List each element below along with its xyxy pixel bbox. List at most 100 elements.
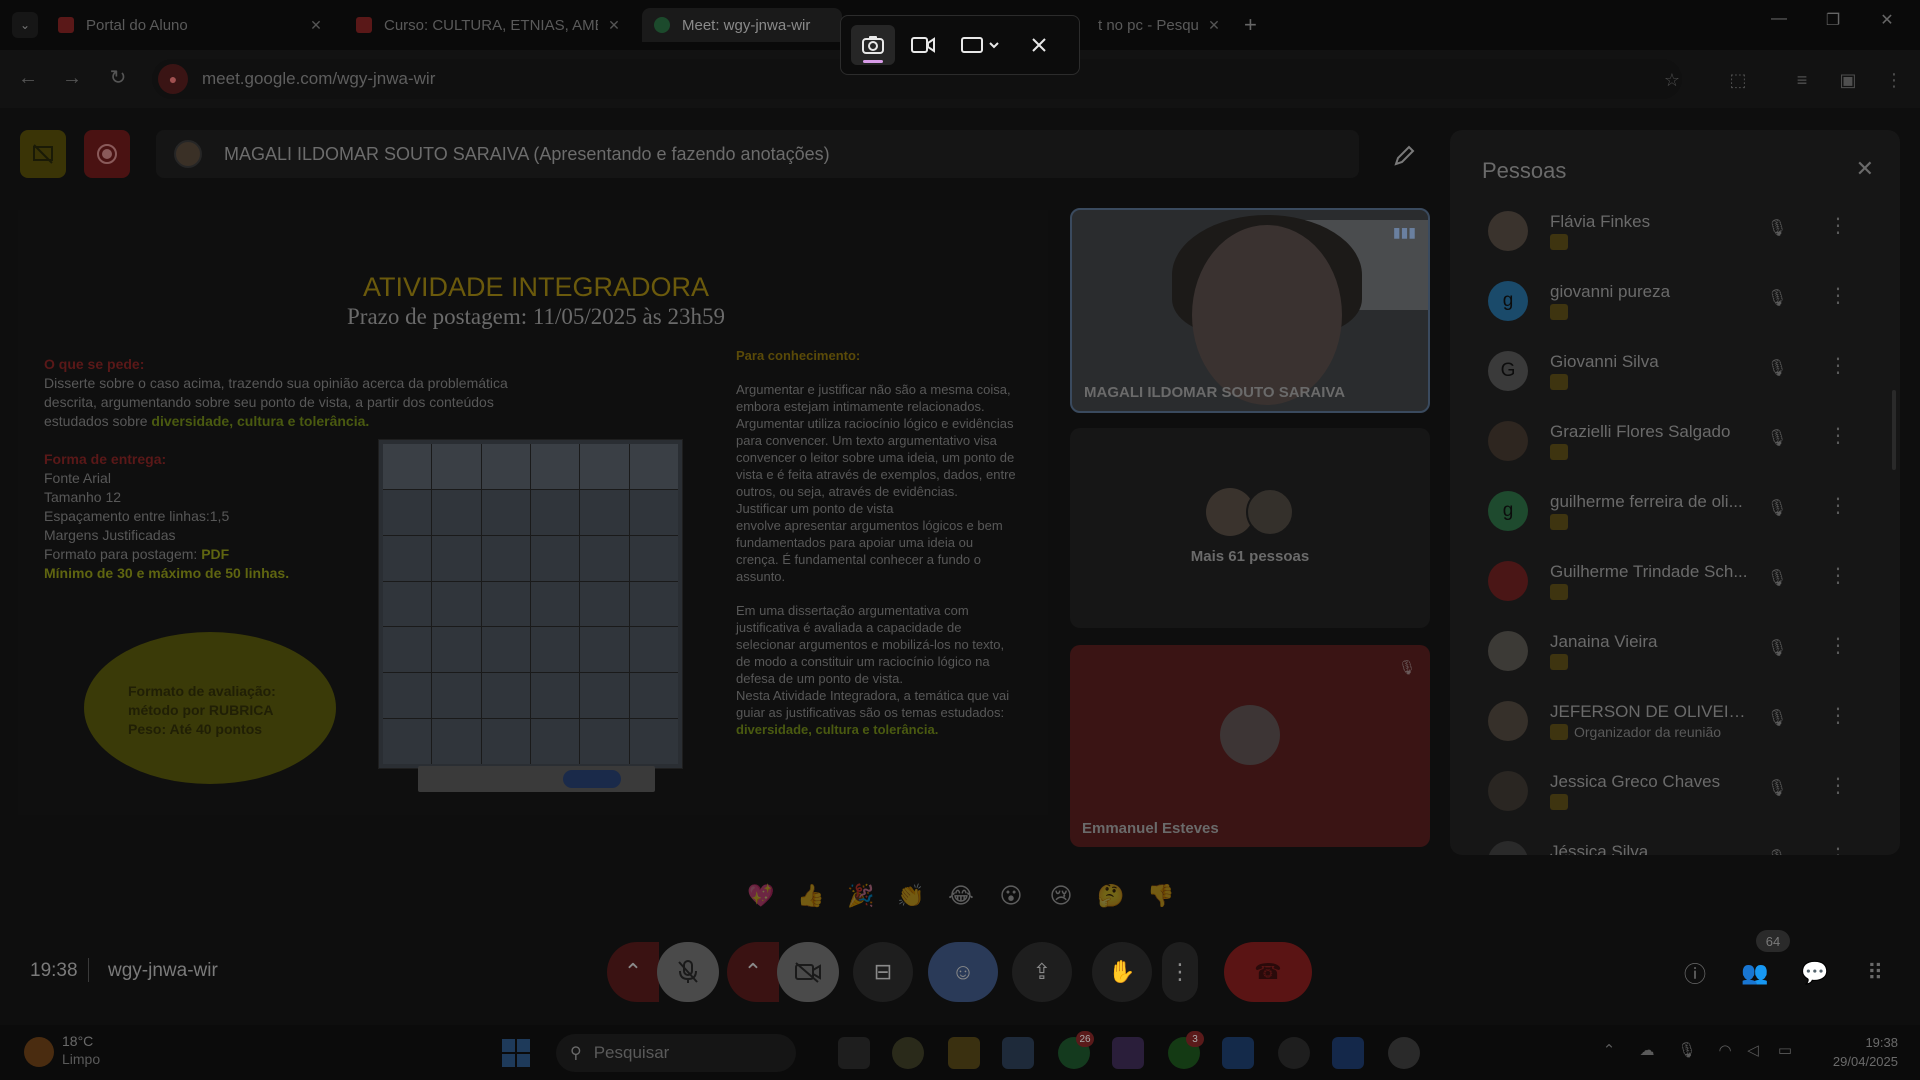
- mic-off-icon[interactable]: 🎙: [1762, 848, 1792, 855]
- mic-off-icon[interactable]: 🎙: [1762, 568, 1792, 588]
- chat-button[interactable]: 💬: [1798, 956, 1832, 990]
- microsoft-store-icon[interactable]: [1002, 1037, 1034, 1069]
- wifi-icon[interactable]: ◠: [1714, 1041, 1736, 1063]
- file-explorer-icon[interactable]: [948, 1037, 980, 1069]
- site-info-icon[interactable]: ●: [158, 64, 188, 94]
- activities-button[interactable]: ⠿: [1858, 956, 1892, 990]
- present-button[interactable]: ⇪: [1012, 942, 1072, 1002]
- reaction-emoji-button[interactable]: 💖: [740, 876, 782, 916]
- participant-more-icon[interactable]: ⋮: [1828, 636, 1848, 656]
- mic-off-icon[interactable]: 🎙: [1762, 708, 1792, 728]
- participant-row[interactable]: Jéssica Silva 🎙 ⋮: [1450, 832, 1890, 855]
- profile-icon[interactable]: ▣: [1836, 68, 1860, 92]
- reload-button[interactable]: ↻: [104, 64, 132, 92]
- mic-off-icon[interactable]: 🎙: [1762, 288, 1792, 308]
- media-control-icon[interactable]: ≡: [1790, 68, 1814, 92]
- bookmark-star-icon[interactable]: ☆: [1660, 68, 1684, 92]
- tab-pesquisa[interactable]: t no pc - Pesqui ✕: [1084, 8, 1234, 42]
- rubric-popup-button[interactable]: [563, 770, 621, 788]
- reactions-button[interactable]: ☺: [928, 942, 998, 1002]
- screenshot-mode-button[interactable]: [851, 25, 895, 65]
- onedrive-icon[interactable]: ☁: [1636, 1041, 1658, 1063]
- tab-curso[interactable]: Curso: CULTURA, ETNIAS, AMB ✕: [344, 8, 634, 42]
- task-view-icon[interactable]: [838, 1037, 870, 1069]
- snipping-tool-icon[interactable]: [1388, 1037, 1420, 1069]
- leave-call-button[interactable]: ☎: [1224, 942, 1312, 1002]
- participant-row[interactable]: g guilherme ferreira de oli... 🎙 ⋮: [1450, 482, 1890, 552]
- mic-off-icon[interactable]: 🎙: [1762, 358, 1792, 378]
- people-button[interactable]: 👥: [1738, 956, 1772, 990]
- tray-overflow-icon[interactable]: ⌃: [1598, 1041, 1620, 1063]
- participant-more-icon[interactable]: ⋮: [1828, 356, 1848, 376]
- reaction-emoji-button[interactable]: 😂: [940, 876, 982, 916]
- system-clock[interactable]: 19:38 29/04/2025: [1833, 1033, 1898, 1071]
- audio-options-button[interactable]: ⌃: [607, 942, 659, 1002]
- vscode-icon[interactable]: [1222, 1037, 1254, 1069]
- raise-hand-button[interactable]: ✋: [1092, 942, 1152, 1002]
- participant-row[interactable]: G Giovanni Silva 🎙 ⋮: [1450, 342, 1890, 412]
- close-icon[interactable]: ✕: [606, 17, 622, 34]
- more-options-button[interactable]: ⋮: [1162, 942, 1198, 1002]
- volume-icon[interactable]: ◁: [1742, 1041, 1764, 1063]
- tab-portal-do-aluno[interactable]: Portal do Aluno ✕: [46, 8, 336, 42]
- participant-row[interactable]: g giovanni pureza 🎙 ⋮: [1450, 272, 1890, 342]
- participant-more-icon[interactable]: ⋮: [1828, 216, 1848, 236]
- obs-icon[interactable]: [1278, 1037, 1310, 1069]
- reaction-emoji-button[interactable]: 🤔: [1090, 876, 1132, 916]
- participant-more-icon[interactable]: ⋮: [1828, 426, 1848, 446]
- mic-toggle-button[interactable]: [657, 942, 719, 1002]
- capture-close-button[interactable]: [1017, 25, 1061, 65]
- close-icon[interactable]: ✕: [1856, 156, 1874, 182]
- reaction-emoji-button[interactable]: 👎: [1140, 876, 1182, 916]
- annotate-button[interactable]: [1382, 136, 1426, 176]
- video-options-button[interactable]: ⌃: [727, 942, 779, 1002]
- participant-tile[interactable]: 🎙 Emmanuel Esteves: [1070, 645, 1430, 847]
- participant-row[interactable]: JEFERSON DE OLIVEIRA... Organizador da re…: [1450, 692, 1890, 762]
- minimize-button[interactable]: —: [1756, 10, 1802, 28]
- participant-more-icon[interactable]: ⋮: [1828, 566, 1848, 586]
- participant-more-icon[interactable]: ⋮: [1828, 286, 1848, 306]
- mic-off-icon[interactable]: 🎙: [1762, 778, 1792, 798]
- captions-button[interactable]: ⊟: [853, 942, 913, 1002]
- copilot-icon[interactable]: [1112, 1037, 1144, 1069]
- new-tab-button[interactable]: +: [1244, 12, 1257, 38]
- reaction-emoji-button[interactable]: 👏: [890, 876, 932, 916]
- tab-search-button[interactable]: ⌄: [12, 12, 38, 38]
- participant-row[interactable]: Jessica Greco Chaves 🎙 ⋮: [1450, 762, 1890, 832]
- participant-row[interactable]: Flávia Finkes 🎙 ⋮: [1450, 202, 1890, 272]
- participant-more-icon[interactable]: ⋮: [1828, 496, 1848, 516]
- forward-button[interactable]: →: [58, 64, 86, 92]
- reaction-emoji-button[interactable]: 😢: [1040, 876, 1082, 916]
- taskbar-search[interactable]: ⚲ Pesquisar: [556, 1034, 796, 1072]
- weather-moon-icon[interactable]: [24, 1037, 54, 1067]
- microphone-icon[interactable]: 🎙: [1676, 1041, 1698, 1063]
- battery-icon[interactable]: ▭: [1774, 1041, 1796, 1063]
- start-button[interactable]: [502, 1039, 530, 1067]
- participant-row[interactable]: Grazielli Flores Salgado 🎙 ⋮: [1450, 412, 1890, 482]
- mic-off-icon[interactable]: 🎙: [1762, 638, 1792, 658]
- more-participants-tile[interactable]: Mais 61 pessoas: [1070, 428, 1430, 628]
- menu-kebab-icon[interactable]: ⋮: [1882, 68, 1906, 92]
- reaction-emoji-button[interactable]: 🎉: [840, 876, 882, 916]
- recording-button[interactable]: [84, 130, 130, 178]
- participant-more-icon[interactable]: ⋮: [1828, 706, 1848, 726]
- participant-row[interactable]: Janaina Vieira 🎙 ⋮: [1450, 622, 1890, 692]
- participant-more-icon[interactable]: ⋮: [1828, 846, 1848, 855]
- region-select-dropdown[interactable]: [951, 25, 1011, 65]
- speaker-tile[interactable]: ▮▮▮ MAGALI ILDOMAR SOUTO SARAIVA: [1070, 208, 1430, 413]
- chrome-icon[interactable]: [892, 1037, 924, 1069]
- close-icon[interactable]: ✕: [1206, 17, 1222, 34]
- extensions-icon[interactable]: ⬚: [1726, 68, 1750, 92]
- people-scrollbar[interactable]: [1892, 390, 1896, 470]
- close-icon[interactable]: ✕: [308, 17, 324, 34]
- camera-toggle-button[interactable]: [777, 942, 839, 1002]
- back-button[interactable]: ←: [14, 64, 42, 92]
- restore-button[interactable]: ❐: [1810, 10, 1856, 30]
- mic-off-icon[interactable]: 🎙: [1762, 498, 1792, 518]
- word-icon[interactable]: [1332, 1037, 1364, 1069]
- meeting-info-button[interactable]: ⓘ: [1678, 956, 1712, 990]
- tab-meet[interactable]: Meet: wgy-jnwa-wir: [642, 8, 842, 42]
- mic-off-icon[interactable]: 🎙: [1762, 218, 1792, 238]
- reaction-emoji-button[interactable]: 😮: [990, 876, 1032, 916]
- mic-off-icon[interactable]: 🎙: [1762, 428, 1792, 448]
